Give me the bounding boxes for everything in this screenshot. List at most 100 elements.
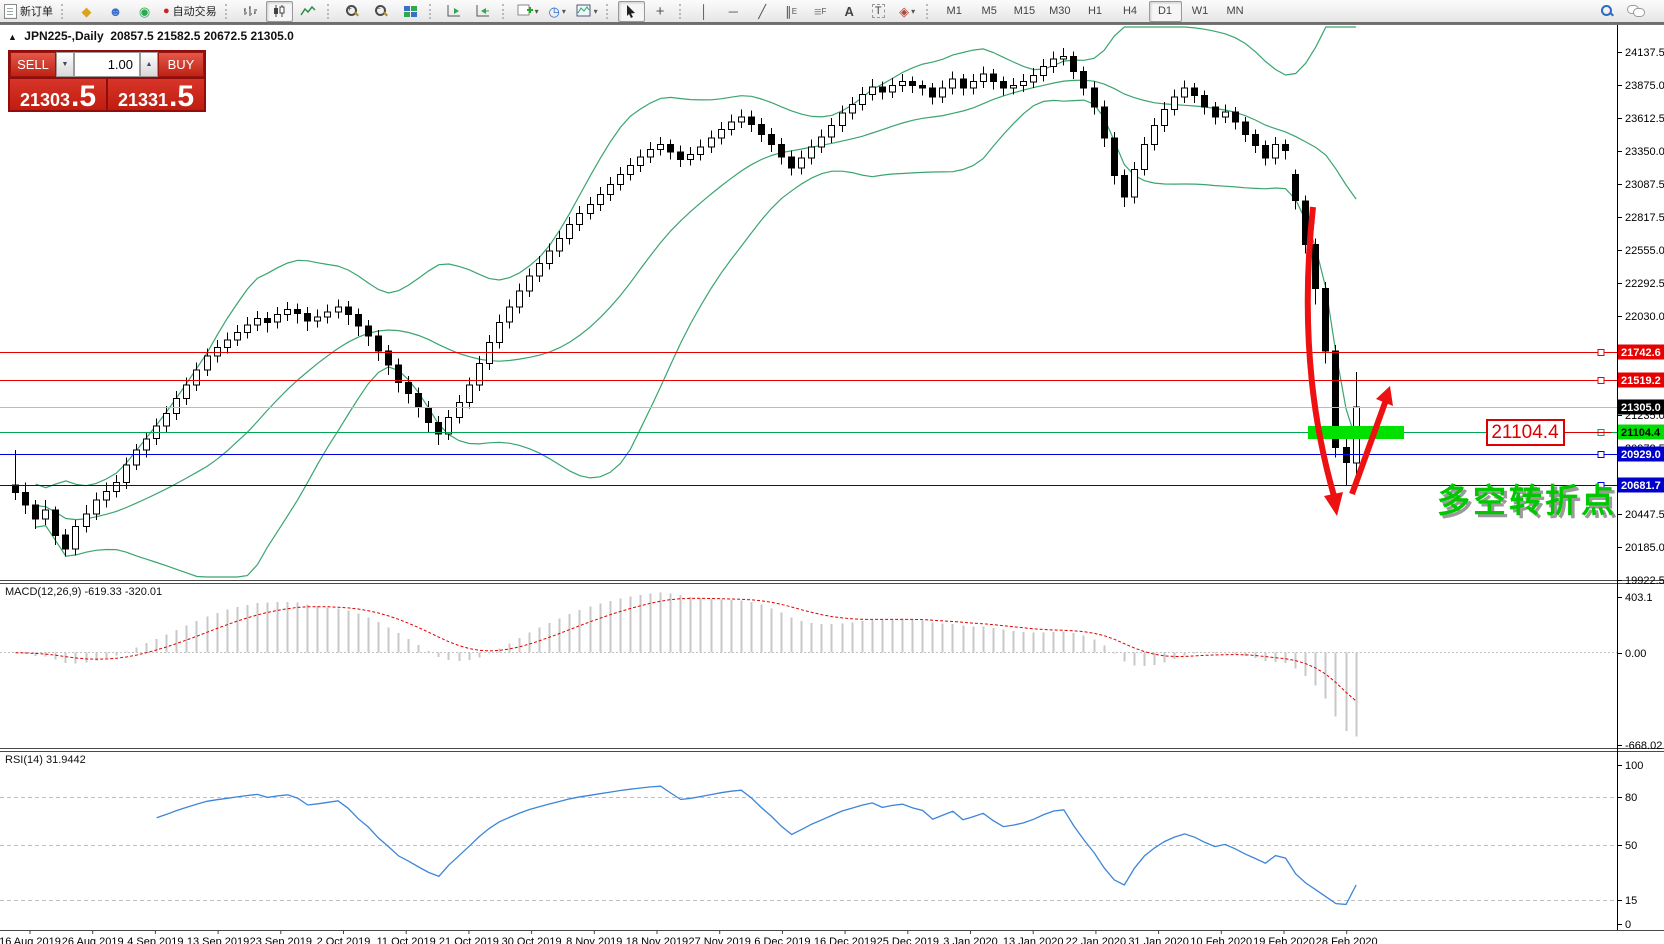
timeframe-button-W1[interactable]: W1 xyxy=(1184,1,1217,22)
fibonacci-button[interactable]: ≡F xyxy=(807,1,834,22)
auto-trading-button[interactable]: ● 自动交易 xyxy=(160,1,220,22)
candle-body xyxy=(981,74,987,82)
candle-body xyxy=(406,382,412,393)
price-badge-text: 21742.6 xyxy=(1621,347,1661,359)
date-label: 26 Aug 2019 xyxy=(62,936,124,944)
toolbar-grip[interactable] xyxy=(327,4,335,19)
timeframe-button-H4[interactable]: H4 xyxy=(1114,1,1147,22)
crosshair-button[interactable]: + xyxy=(647,1,674,22)
candle-body xyxy=(961,79,967,88)
date-label: 30 Oct 2019 xyxy=(502,936,562,944)
text-button[interactable]: A xyxy=(836,1,863,22)
candle-body xyxy=(1313,245,1319,289)
one-click-panel-toggle-icon[interactable]: ▲ xyxy=(8,32,17,42)
timeframe-button-MN[interactable]: MN xyxy=(1219,1,1252,22)
market-button[interactable]: ◆ xyxy=(73,1,100,22)
candle-body xyxy=(23,493,29,506)
date-label: 22 Jan 2020 xyxy=(1066,936,1127,944)
candle-body xyxy=(43,510,49,519)
channel-button[interactable]: ∥E xyxy=(778,1,805,22)
candle-body xyxy=(729,122,735,130)
timeframe-button-M1[interactable]: M1 xyxy=(938,1,971,22)
horizontal-line-icon: ─ xyxy=(729,5,738,18)
toolbar-grip[interactable] xyxy=(926,4,934,19)
dropdown-caret-icon: ▾ xyxy=(535,7,539,16)
buy-price[interactable]: 21331 .5 xyxy=(108,79,204,110)
cursor-button[interactable] xyxy=(618,1,645,22)
candle-body xyxy=(688,154,694,159)
candlestick-chart-icon xyxy=(271,4,287,18)
candle-body xyxy=(678,152,684,160)
candle-body xyxy=(205,356,211,370)
candle-body xyxy=(1021,82,1027,86)
auto-scroll-button[interactable] xyxy=(441,1,468,22)
volume-down-button[interactable]: ▼ xyxy=(56,52,74,77)
horizontal-line-button[interactable]: ─ xyxy=(720,1,747,22)
candle-body xyxy=(1102,107,1108,138)
candle-body xyxy=(215,347,221,356)
candle-body xyxy=(63,535,69,549)
candlestick-chart-type-button[interactable] xyxy=(266,1,293,22)
buy-button[interactable]: BUY xyxy=(158,52,204,77)
candle-body xyxy=(336,307,342,312)
chart-canvas[interactable]: 24137.523875.023612.523350.023087.522817… xyxy=(0,24,1664,944)
vertical-line-button[interactable]: │ xyxy=(691,1,718,22)
candle-body xyxy=(910,82,916,86)
candle-body xyxy=(1243,122,1249,135)
candle-body xyxy=(1081,72,1087,88)
candle-body xyxy=(386,351,392,365)
toolbar-grip[interactable] xyxy=(225,4,233,19)
toolbar-grip[interactable] xyxy=(429,4,437,19)
templates-button[interactable]: ▾ xyxy=(573,1,601,22)
candle-body xyxy=(1051,59,1057,66)
timeframe-button-M15[interactable]: M15 xyxy=(1008,1,1041,22)
candle-body xyxy=(1041,67,1047,76)
sell-button[interactable]: SELL xyxy=(10,52,56,77)
chat-button[interactable] xyxy=(1622,1,1649,22)
candle-body xyxy=(477,364,483,385)
search-button[interactable] xyxy=(1593,1,1620,22)
new-order-button[interactable]: 新订单 xyxy=(1,1,56,22)
volume-up-button[interactable]: ▲ xyxy=(140,52,158,77)
timeframe-button-D1[interactable]: D1 xyxy=(1149,1,1182,22)
candle-body xyxy=(184,385,190,399)
rsi-tick-label: 80 xyxy=(1625,792,1637,804)
date-label: 21 Oct 2019 xyxy=(439,936,499,944)
timeframe-button-M30[interactable]: M30 xyxy=(1043,1,1076,22)
candle-body xyxy=(134,450,140,465)
toolbar-grip[interactable] xyxy=(679,4,687,19)
sell-price[interactable]: 21303 .5 xyxy=(10,79,106,110)
timeframe-button-M5[interactable]: M5 xyxy=(973,1,1006,22)
date-label: 10 Feb 2020 xyxy=(1190,936,1252,944)
timeframe-button-H1[interactable]: H1 xyxy=(1079,1,1112,22)
community-button[interactable]: ☻ xyxy=(102,1,129,22)
zoom-out-button[interactable]: − xyxy=(368,1,395,22)
price-badge: 20929.0 xyxy=(1618,447,1664,462)
profiles-button[interactable]: ◷ ▾ xyxy=(544,1,571,22)
rsi-tick-label: 100 xyxy=(1625,760,1643,772)
arrows-button[interactable]: ◈▾ xyxy=(894,1,921,22)
tile-windows-button[interactable] xyxy=(397,1,424,22)
line-handle[interactable] xyxy=(1598,452,1604,458)
text-label-button[interactable]: T xyxy=(865,1,892,22)
toolbar-grip[interactable] xyxy=(61,4,69,19)
dropdown-caret-icon: ▾ xyxy=(911,7,915,16)
candle-body xyxy=(880,87,886,92)
trendline-button[interactable]: ╱ xyxy=(749,1,776,22)
zoom-in-button[interactable]: + xyxy=(339,1,366,22)
chart-shift-button[interactable] xyxy=(470,1,497,22)
toolbar-grip[interactable] xyxy=(502,4,510,19)
toolbar-grip[interactable] xyxy=(606,4,614,19)
candle-body xyxy=(53,510,59,535)
cursor-icon xyxy=(625,4,637,18)
signals-button[interactable]: ◉ xyxy=(131,1,158,22)
line-chart-type-button[interactable] xyxy=(295,1,322,22)
candle-body xyxy=(174,399,180,414)
new-chart-button[interactable]: ▾ xyxy=(514,1,542,22)
candle-body xyxy=(1293,174,1299,200)
line-handle[interactable] xyxy=(1598,350,1604,356)
candle-body xyxy=(628,166,634,175)
volume-input[interactable]: 1.00 xyxy=(74,52,140,77)
line-handle[interactable] xyxy=(1598,378,1604,384)
bar-chart-type-button[interactable] xyxy=(237,1,264,22)
